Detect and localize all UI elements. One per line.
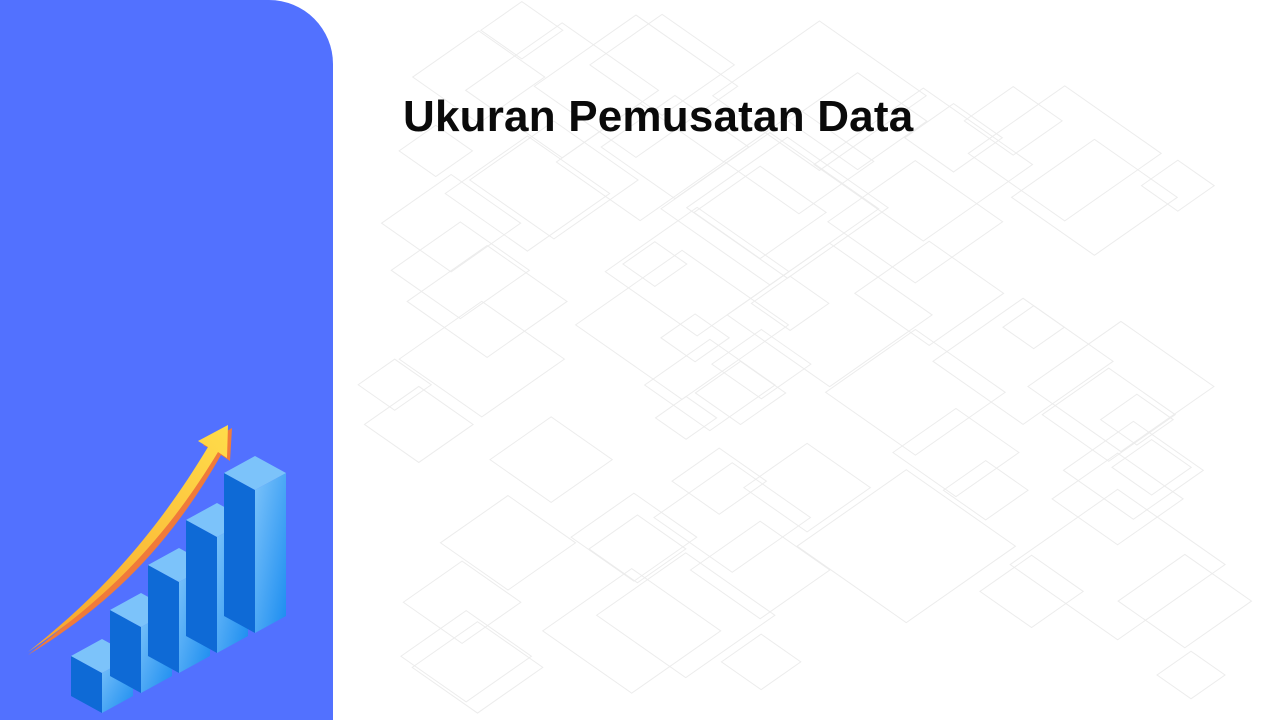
background-line xyxy=(1062,420,1205,520)
background-line xyxy=(390,221,531,320)
background-line xyxy=(693,165,828,260)
background-line xyxy=(402,560,522,645)
background-line xyxy=(742,442,872,533)
background-line xyxy=(1156,650,1226,700)
background-line xyxy=(942,459,1029,521)
background-line xyxy=(694,360,787,426)
background-line xyxy=(1051,452,1185,546)
background-line xyxy=(1009,488,1226,641)
background-line xyxy=(726,242,933,388)
background-line xyxy=(654,395,718,440)
background-line xyxy=(1099,393,1175,446)
background-line xyxy=(827,160,1004,284)
side-panel xyxy=(0,0,333,720)
slide-title: Ukuran Pemusatan Data xyxy=(403,92,914,141)
background-line xyxy=(979,554,1085,629)
background-line xyxy=(1117,553,1253,649)
background-line xyxy=(967,85,1163,222)
background-line xyxy=(363,385,474,464)
illustration-bar xyxy=(224,456,286,633)
background-line xyxy=(1010,138,1179,256)
background-line xyxy=(480,0,564,60)
background-line xyxy=(595,552,776,679)
background-line xyxy=(1027,320,1215,453)
background-line xyxy=(357,358,433,411)
background-line xyxy=(932,297,1114,425)
background-line xyxy=(400,609,533,703)
growth-bar-chart-with-arrow-icon xyxy=(28,425,286,713)
background-line xyxy=(1041,367,1177,462)
background-line xyxy=(541,567,722,694)
background-line xyxy=(411,621,544,714)
background-line xyxy=(853,240,1005,347)
background-line xyxy=(720,633,802,691)
background-line xyxy=(406,244,568,358)
background-line xyxy=(570,492,698,582)
background-line xyxy=(643,338,776,432)
background-line xyxy=(685,136,890,279)
background-line xyxy=(1140,159,1216,212)
background-line xyxy=(622,241,688,288)
background-line xyxy=(796,469,1017,624)
background-line xyxy=(1002,305,1066,350)
background-line xyxy=(689,520,831,620)
background-line xyxy=(750,275,830,332)
background-line xyxy=(489,416,614,504)
background-line xyxy=(398,300,566,418)
background-line xyxy=(439,494,577,591)
